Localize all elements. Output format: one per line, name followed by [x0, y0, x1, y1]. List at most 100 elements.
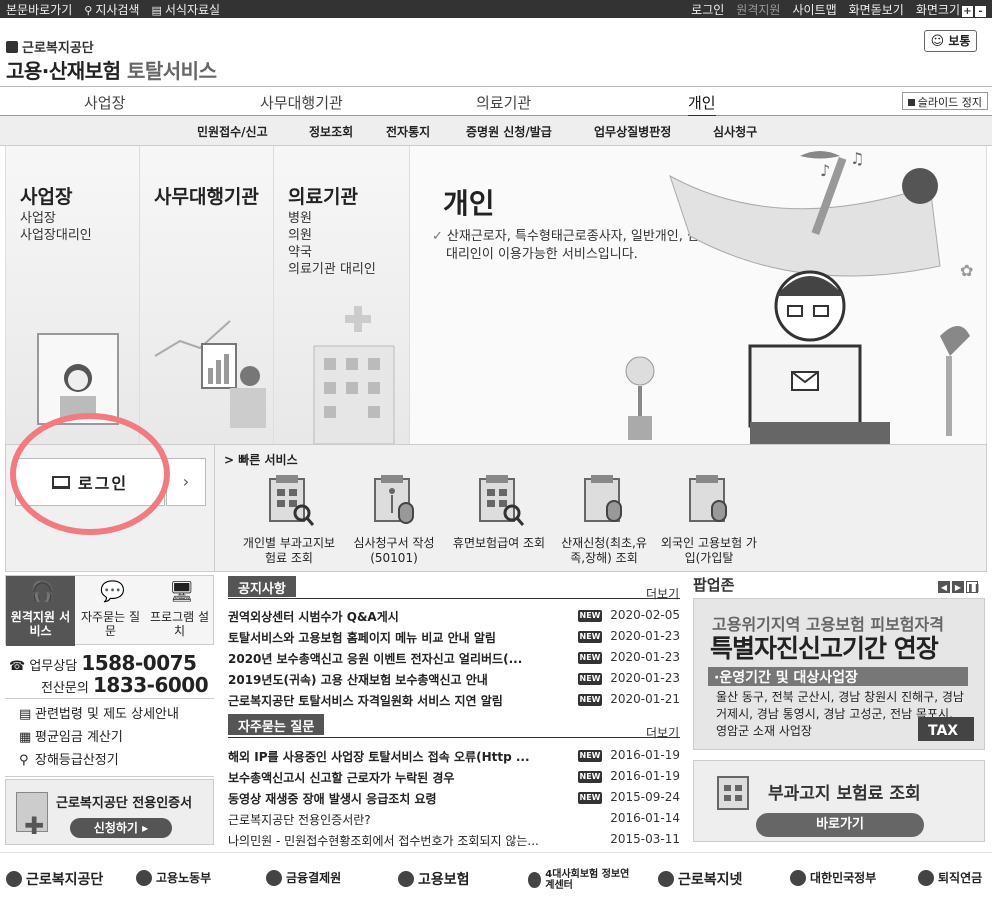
link-label: 관련법령 및 제도 상세안내 — [35, 707, 179, 722]
remote-support-link[interactable]: 원격지원 — [736, 1, 780, 18]
quick-service-item[interactable]: 산재신청(최초,유족,장해) 조회 — [554, 473, 654, 566]
forms-library-link[interactable]: ▤ 서식자료실 — [151, 1, 220, 18]
phone-number: 1588-0075 — [81, 651, 197, 675]
main-nav-medical[interactable]: 의료기관 — [476, 92, 531, 113]
pause-icon[interactable]: ❚❚ — [966, 581, 980, 593]
stop-icon — [907, 99, 915, 106]
notice-row[interactable]: 토탈서비스와 고용보험 홈페이지 메뉴 비교 안내 알림 NEW 2020-01-2… — [228, 627, 680, 647]
new-badge: NEW — [578, 750, 602, 762]
hero-individual-panel[interactable]: 개인 ✓ 산재근로자, 특수형태근로종사자, 일반개인, 심사청구 대리인이 이용… — [410, 146, 986, 444]
hero-col-item[interactable]: 사업장 — [20, 210, 92, 227]
login-arrow-button[interactable]: › — [166, 458, 206, 506]
sub-nav-item[interactable]: 전자통지 — [386, 123, 430, 140]
sub-nav-item[interactable]: 민원접수/신고 — [197, 123, 268, 140]
korea-gov-logo-icon — [790, 869, 806, 886]
individual-illustration: ♪ ♫ ✿ — [625, 149, 973, 444]
zoom-in-button[interactable]: + — [962, 6, 973, 17]
site-title-sub: 토탈서비스 — [126, 59, 217, 83]
slide-stop-button[interactable]: 슬라이드 정지 — [901, 92, 988, 110]
zoom-out-button[interactable]: - — [975, 6, 986, 17]
footer-logo-label: 근로복지공단 — [26, 872, 104, 888]
main-nav-workplace[interactable]: 사업장 — [84, 92, 125, 113]
footer-logo[interactable]: 대한민국정부 — [790, 869, 876, 886]
sitemap-link[interactable]: 사이트맵 — [792, 1, 836, 18]
notices-tab[interactable]: 공지사항 — [228, 576, 296, 597]
left-panel: 🎧 원격지원 서비스 💬 자주묻는 질문 🖥 프로그램 설치 ☎ 업무상담 1588-… — [5, 575, 214, 845]
skip-to-content-link[interactable]: 본문바로가기 — [6, 1, 72, 18]
certificate-title: 근로복지공단 전용인증서 — [56, 796, 193, 811]
footer-logo[interactable]: 근로복지공단 — [6, 869, 103, 889]
quick-service-label: 개인별 부과고지보험료 조회 — [242, 536, 336, 565]
branch-search-link[interactable]: ⚲ 지사검색 — [84, 1, 139, 18]
quick-service-item[interactable]: 심사청구서 작성(50101) — [344, 473, 444, 566]
footer-logo[interactable]: 퇴직연금 — [918, 869, 982, 886]
faq-row[interactable]: 근로복지공단 전용인증서란? 2016-01-14 — [228, 809, 680, 829]
headset-icon: 🎧 — [30, 579, 55, 603]
footer-logo-label: 4대사회보험 정보연계센터 — [545, 869, 630, 891]
sub-nav-item[interactable]: 정보조회 — [309, 123, 353, 140]
quick-service-item[interactable]: 외국인 고용보험 가입(가입탈 — [659, 473, 759, 566]
faq-title: 동영상 재생중 장애 발생시 응급조치 요령 — [228, 792, 437, 806]
popup-banner[interactable]: 고용위기지역 고용보험 피보험자격 특별자진신고기간 연장 ·운영기간 및 대상… — [693, 598, 985, 750]
contact-numbers: ☎ 업무상담 1588-0075 전산문의 1833-6000 — [5, 651, 214, 697]
prev-icon[interactable]: ◀ — [938, 581, 950, 593]
hero-col-agency[interactable]: 사무대행기관 — [140, 146, 274, 444]
faq-row[interactable]: 나의민원 - 민원접수현황조회에서 접수번호가 조회되지 않는... 2015-0… — [228, 830, 680, 850]
faq-row[interactable]: 보수총액신고시 신고할 근로자가 누락된 경우 NEW 2016-01-19 — [228, 767, 680, 787]
hero-col-item[interactable]: 의료기관 대리인 — [288, 261, 376, 278]
law-info-link[interactable]: ▤ 관련법령 및 제도 상세안내 — [5, 703, 214, 726]
hero-col-item[interactable]: 약국 — [288, 244, 376, 261]
org-logo-icon — [6, 41, 18, 53]
wage-calculator-link[interactable]: ▦ 평균임금 계산기 — [5, 726, 214, 749]
faq-row[interactable]: 동영상 재생중 장애 발생시 응급조치 요령 NEW 2015-09-24 — [228, 788, 680, 808]
search-icon: ⚲ — [19, 753, 29, 768]
bill-go-button[interactable]: 바로가기 — [756, 813, 924, 837]
quick-service-item[interactable]: 개인별 부과고지보험료 조회 — [239, 473, 339, 566]
main-nav-individual[interactable]: 개인 — [688, 92, 716, 117]
footer-logo[interactable]: 4대사회보험 정보연계센터 — [528, 869, 638, 891]
sub-nav-item[interactable]: 증명원 신청/발급 — [466, 123, 552, 140]
hero-col-item[interactable]: 의원 — [288, 227, 376, 244]
magnifier-link[interactable]: 화면돋보기 — [849, 1, 904, 18]
hero-col-workplace[interactable]: 사업장 사업장 사업장대리인 — [6, 146, 140, 444]
disability-grade-link[interactable]: ⚲ 장해등급산정기 — [5, 749, 214, 772]
faq-row[interactable]: 해외 IP를 사용중인 사업장 토탈서비스 접속 오류(Http ... NEW 2… — [228, 746, 680, 766]
org-logo[interactable]: 근로복지공단 — [6, 37, 94, 56]
top-utility-bar: 본문바로가기 ⚲ 지사검색 ▤ 서식자료실 로그인 원격지원 사이트맵 화면돋보기 … — [0, 0, 992, 18]
footer-logo[interactable]: 근로복지넷 — [658, 869, 742, 889]
footer-logo[interactable]: 금융결제원 — [266, 869, 341, 886]
tile-label: 원격지원 서비스 — [10, 610, 71, 638]
program-install-tile[interactable]: 🖥 프로그램 설치 — [145, 576, 214, 646]
notice-row[interactable]: 권역외상센터 시범수가 Q&A게시 NEW 2020-02-05 — [228, 606, 680, 626]
hero-col-item[interactable]: 병원 — [288, 210, 376, 227]
calculator-icon: ▦ — [19, 730, 32, 745]
notice-row[interactable]: 근로복지공단 토탈서비스 자격일원화 서비스 지연 알림 NEW 2020-01-2… — [228, 690, 680, 710]
footer-logo[interactable]: 고용노동부 — [136, 869, 211, 886]
hero-col-medical[interactable]: 의료기관 병원 의원 약국 의료기관 대리인 — [274, 146, 410, 444]
screen-mode-button[interactable]: ☺ 보통 — [924, 30, 977, 52]
font-size-label: 화면크기 — [915, 3, 960, 17]
notice-row[interactable]: 2020년 보수총액신고 응원 이벤트 전자신고 얼리버드(... NEW 2020… — [228, 648, 680, 668]
remote-support-tile[interactable]: 🎧 원격지원 서비스 — [6, 576, 75, 646]
faq-tile[interactable]: 💬 자주묻는 질문 — [76, 576, 145, 646]
sub-nav-item[interactable]: 업무상질병판정 — [594, 123, 671, 140]
notice-row[interactable]: 2019년도(귀속) 고용 산재보험 보수총액신고 안내 NEW 2020-01-2… — [228, 669, 680, 689]
notice-date: 2020-01-23 — [610, 650, 680, 664]
sub-nav-item[interactable]: 심사청구 — [713, 123, 757, 140]
footer-logo[interactable]: 고용보험 — [398, 869, 470, 889]
quick-service-item[interactable]: 휴면보험급여 조회 — [449, 473, 549, 551]
main-nav-agency[interactable]: 사무대행기관 — [260, 92, 343, 113]
login-link[interactable]: 로그인 — [691, 1, 724, 18]
notices-more-link[interactable]: 더보기 — [646, 585, 679, 602]
notice-date: 2020-02-05 — [610, 608, 680, 622]
site-title[interactable]: 고용·산재보험 토탈서비스 — [6, 55, 217, 84]
certificate-apply-button[interactable]: 신청하기 ▸ — [70, 818, 172, 838]
comwel-logo-icon — [6, 871, 22, 887]
forms-library-label: 서식자료실 — [164, 3, 221, 17]
faq-title: 보수총액신고시 신고할 근로자가 누락된 경우 — [228, 771, 455, 785]
next-icon[interactable]: ▶ — [952, 581, 964, 593]
new-badge: NEW — [578, 610, 602, 622]
hero-col-item[interactable]: 사업장대리인 — [20, 227, 92, 244]
faq-tab[interactable]: 자주묻는 질문 — [228, 714, 325, 735]
faq-more-link[interactable]: 더보기 — [646, 724, 679, 741]
